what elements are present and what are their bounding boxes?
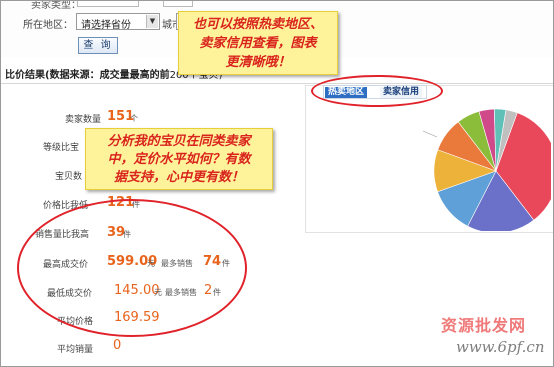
avg-sales-value: 0 xyxy=(113,338,122,353)
callout-pricing-line-2: 中，定价水平如何？有数 xyxy=(107,152,251,167)
region-label: 所在地区： xyxy=(23,20,73,31)
chevron-down-icon: ▼ xyxy=(146,15,158,28)
province-selected-value: 请选择省份 xyxy=(81,20,131,31)
province-select[interactable]: 请选择省份 ▼ xyxy=(76,13,160,31)
stats-highlight-ellipse xyxy=(17,199,247,337)
result-title-text: 比价结果(数据来源：成交量最高的前 xyxy=(5,70,170,81)
seller-type-label: 卖家类型： xyxy=(31,0,81,11)
search-button[interactable]: 查 询 xyxy=(78,37,118,54)
callout-chart-line-2: 卖家信用查看，图表 xyxy=(199,36,317,51)
watermark-url: www.6pf.cn xyxy=(456,338,545,356)
baobei-count-label: 宝贝数 xyxy=(55,172,83,182)
same-level-label: 等级比宝 xyxy=(43,143,80,153)
callout-chart-line-3: 更清晰哦！ xyxy=(225,55,291,70)
avg-sales-label: 平均销量 xyxy=(57,345,94,355)
seller-type-input-secondary[interactable] xyxy=(163,1,193,7)
callout-pricing-line-1: 分析我的宝贝在同类卖家 xyxy=(107,134,251,149)
pie-chart xyxy=(422,108,551,231)
pie-leader-line xyxy=(422,130,438,138)
screenshot-frame: 卖家类型： 所在地区： 请选择省份 ▼ 城市： 查 询 比价结果(数据来源：成交… xyxy=(0,0,554,367)
watermark-title: 资源批发网 xyxy=(441,316,527,335)
tabs-highlight-ellipse xyxy=(311,75,443,107)
callout-chart-tip: 也可以按照热卖地区、 卖家信用查看，图表 更清晰哦！ xyxy=(178,11,338,75)
divider xyxy=(1,83,553,84)
callout-chart-line-1: 也可以按照热卖地区、 xyxy=(192,17,323,32)
callout-pricing-tip: 分析我的宝贝在同类卖家 中，定价水平如何？有数 据支持，心中更有数！ xyxy=(85,128,273,190)
callout-pricing-line-3: 据支持，心中更有数！ xyxy=(113,170,244,185)
seller-count-label: 卖家数量 xyxy=(65,115,102,125)
seller-type-input[interactable] xyxy=(77,1,139,7)
seller-count-unit: 个 xyxy=(130,114,138,123)
